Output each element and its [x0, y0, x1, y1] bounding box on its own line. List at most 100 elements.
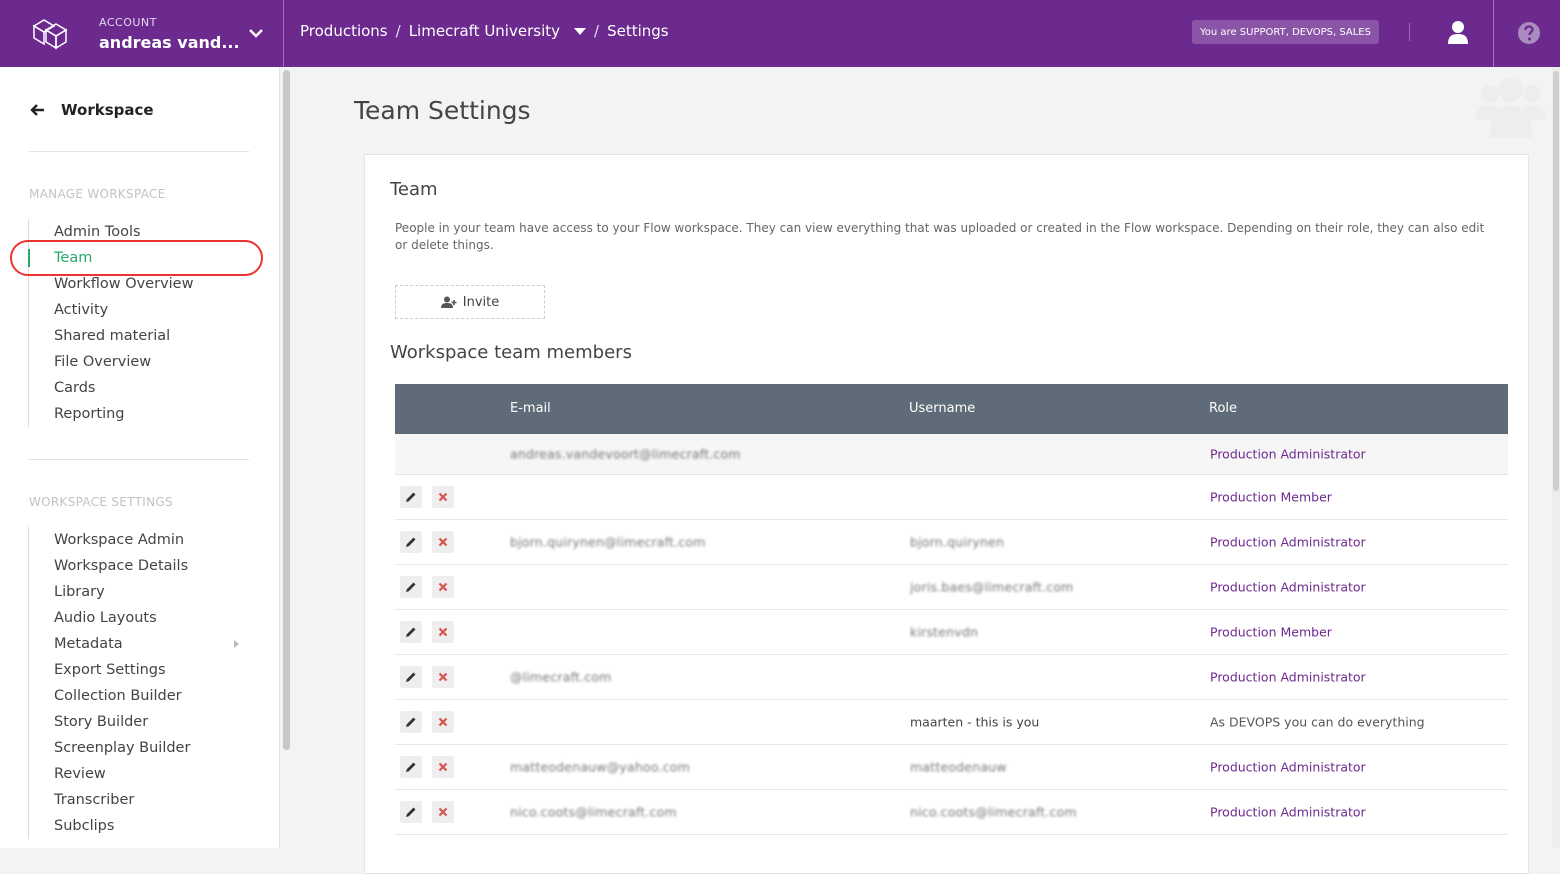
breadcrumb-separator: / — [395, 22, 401, 40]
sidebar-item-collection-builder[interactable]: Collection Builder — [29, 683, 249, 709]
sidebar-item-story-builder[interactable]: Story Builder — [29, 709, 249, 735]
chevron-down-icon[interactable] — [248, 26, 264, 40]
edit-button[interactable] — [400, 576, 422, 598]
arrow-left-icon — [30, 104, 44, 116]
sidebar-item-library[interactable]: Library — [29, 579, 249, 605]
delete-button[interactable] — [432, 531, 454, 553]
help-button[interactable] — [1493, 0, 1560, 67]
member-username: matteodenauw — [910, 759, 1007, 775]
invite-button[interactable]: Invite — [395, 285, 545, 319]
username-text: maarten — [910, 714, 964, 730]
member-role[interactable]: Production Member — [1210, 625, 1332, 640]
member-role[interactable]: Production Administrator — [1210, 670, 1366, 685]
close-icon — [437, 626, 449, 638]
pencil-icon — [405, 806, 417, 818]
table-body: andreas.vandevoort@limecraft.com Producti… — [395, 434, 1508, 835]
close-icon — [437, 806, 449, 818]
member-username: kirstenvdn — [910, 624, 979, 640]
divider — [29, 459, 249, 460]
delete-button[interactable] — [432, 621, 454, 643]
member-role: As DEVOPS you can do everything — [1210, 714, 1425, 730]
account-switcher[interactable]: ACCOUNT andreas vand... — [0, 0, 284, 67]
members-title: Workspace team members — [390, 342, 632, 363]
main-scrollbar[interactable] — [1552, 67, 1560, 848]
divider — [29, 151, 249, 152]
column-role: Role — [1209, 401, 1238, 416]
delete-button[interactable] — [432, 711, 454, 733]
scrollbar-thumb[interactable] — [1553, 71, 1559, 491]
table-row: maarten - this is you As DEVOPS you can d… — [395, 700, 1508, 745]
sidebar-item-export-settings[interactable]: Export Settings — [29, 657, 249, 683]
member-username: bjorn.quirynen — [910, 534, 1005, 550]
delete-button[interactable] — [432, 486, 454, 508]
sidebar-item-subclips[interactable]: Subclips — [29, 813, 249, 839]
account-label: ACCOUNT — [99, 16, 157, 29]
highlight-annotation — [10, 240, 263, 276]
breadcrumb-settings: Settings — [607, 22, 669, 40]
table-row: andreas.vandevoort@limecraft.com Producti… — [395, 434, 1508, 475]
table-row: kirstenvdn Production Member — [395, 610, 1508, 655]
pencil-icon — [405, 671, 417, 683]
sidebar-item-transcriber[interactable]: Transcriber — [29, 787, 249, 813]
member-username: nico.coots@limecraft.com — [910, 804, 1077, 820]
member-role[interactable]: Production Administrator — [1210, 805, 1366, 820]
close-icon — [437, 536, 449, 548]
member-email: andreas.vandevoort@limecraft.com — [510, 446, 741, 462]
member-email: nico.coots@limecraft.com — [510, 804, 677, 820]
sidebar-item-activity[interactable]: Activity — [29, 297, 249, 323]
delete-button[interactable] — [432, 756, 454, 778]
pencil-icon — [405, 491, 417, 503]
edit-button[interactable] — [400, 711, 422, 733]
member-role[interactable]: Production Administrator — [1210, 535, 1366, 550]
team-card: Team People in your team have access to … — [364, 154, 1529, 874]
edit-button[interactable] — [400, 531, 422, 553]
sidebar-item-workspace-details[interactable]: Workspace Details — [29, 553, 249, 579]
breadcrumb-workspace[interactable]: Limecraft University — [409, 22, 560, 40]
delete-button[interactable] — [432, 666, 454, 688]
sidebar-item-screenplay-builder[interactable]: Screenplay Builder — [29, 735, 249, 761]
back-to-workspace[interactable]: Workspace — [29, 101, 154, 119]
pencil-icon — [405, 536, 417, 548]
sidebar-item-file-overview[interactable]: File Overview — [29, 349, 249, 375]
member-role[interactable]: Production Administrator — [1210, 760, 1366, 775]
sidebar-item-shared-material[interactable]: Shared material — [29, 323, 249, 349]
edit-button[interactable] — [400, 756, 422, 778]
pencil-icon — [405, 581, 417, 593]
table-header: E-mail Username Role — [395, 384, 1508, 434]
member-username: joris.baes@limecraft.com — [910, 579, 1074, 595]
sidebar-item-metadata[interactable]: Metadata — [29, 631, 249, 657]
breadcrumb-productions[interactable]: Productions — [300, 22, 388, 40]
member-email: bjorn.quirynen@limecraft.com — [510, 534, 706, 550]
sidebar-item-audio-layouts[interactable]: Audio Layouts — [29, 605, 249, 631]
delete-button[interactable] — [432, 576, 454, 598]
you-suffix: - this is you — [963, 714, 1040, 730]
sidebar-scrollbar[interactable] — [283, 70, 290, 750]
sidebar-item-workspace-admin[interactable]: Workspace Admin — [29, 527, 249, 553]
sidebar-item-cards[interactable]: Cards — [29, 375, 249, 401]
pencil-icon — [405, 761, 417, 773]
edit-button[interactable] — [400, 801, 422, 823]
top-bar: ACCOUNT andreas vand... Productions / Li… — [0, 0, 1560, 67]
edit-button[interactable] — [400, 621, 422, 643]
close-icon — [437, 671, 449, 683]
column-username: Username — [909, 401, 976, 416]
member-role[interactable]: Production Administrator — [1210, 580, 1366, 595]
edit-button[interactable] — [400, 666, 422, 688]
caret-right-icon — [234, 640, 239, 648]
invite-label: Invite — [462, 294, 500, 310]
edit-button[interactable] — [400, 486, 422, 508]
member-role[interactable]: Production Member — [1210, 490, 1332, 505]
sidebar-item-label: Metadata — [54, 636, 123, 652]
section-manage-workspace: MANAGE WORKSPACE — [29, 187, 166, 201]
section-workspace-settings: WORKSPACE SETTINGS — [29, 495, 173, 509]
caret-down-icon[interactable] — [574, 27, 586, 35]
member-role[interactable]: Production Administrator — [1210, 447, 1366, 462]
close-icon — [437, 716, 449, 728]
sidebar-item-review[interactable]: Review — [29, 761, 249, 787]
workspace-settings-list: Workspace Admin Workspace Details Librar… — [28, 527, 249, 839]
delete-button[interactable] — [432, 801, 454, 823]
member-email: matteodenauw@yahoo.com — [510, 759, 690, 775]
user-icon[interactable] — [1447, 20, 1469, 44]
help-icon — [1518, 22, 1540, 44]
sidebar-item-reporting[interactable]: Reporting — [29, 401, 249, 427]
